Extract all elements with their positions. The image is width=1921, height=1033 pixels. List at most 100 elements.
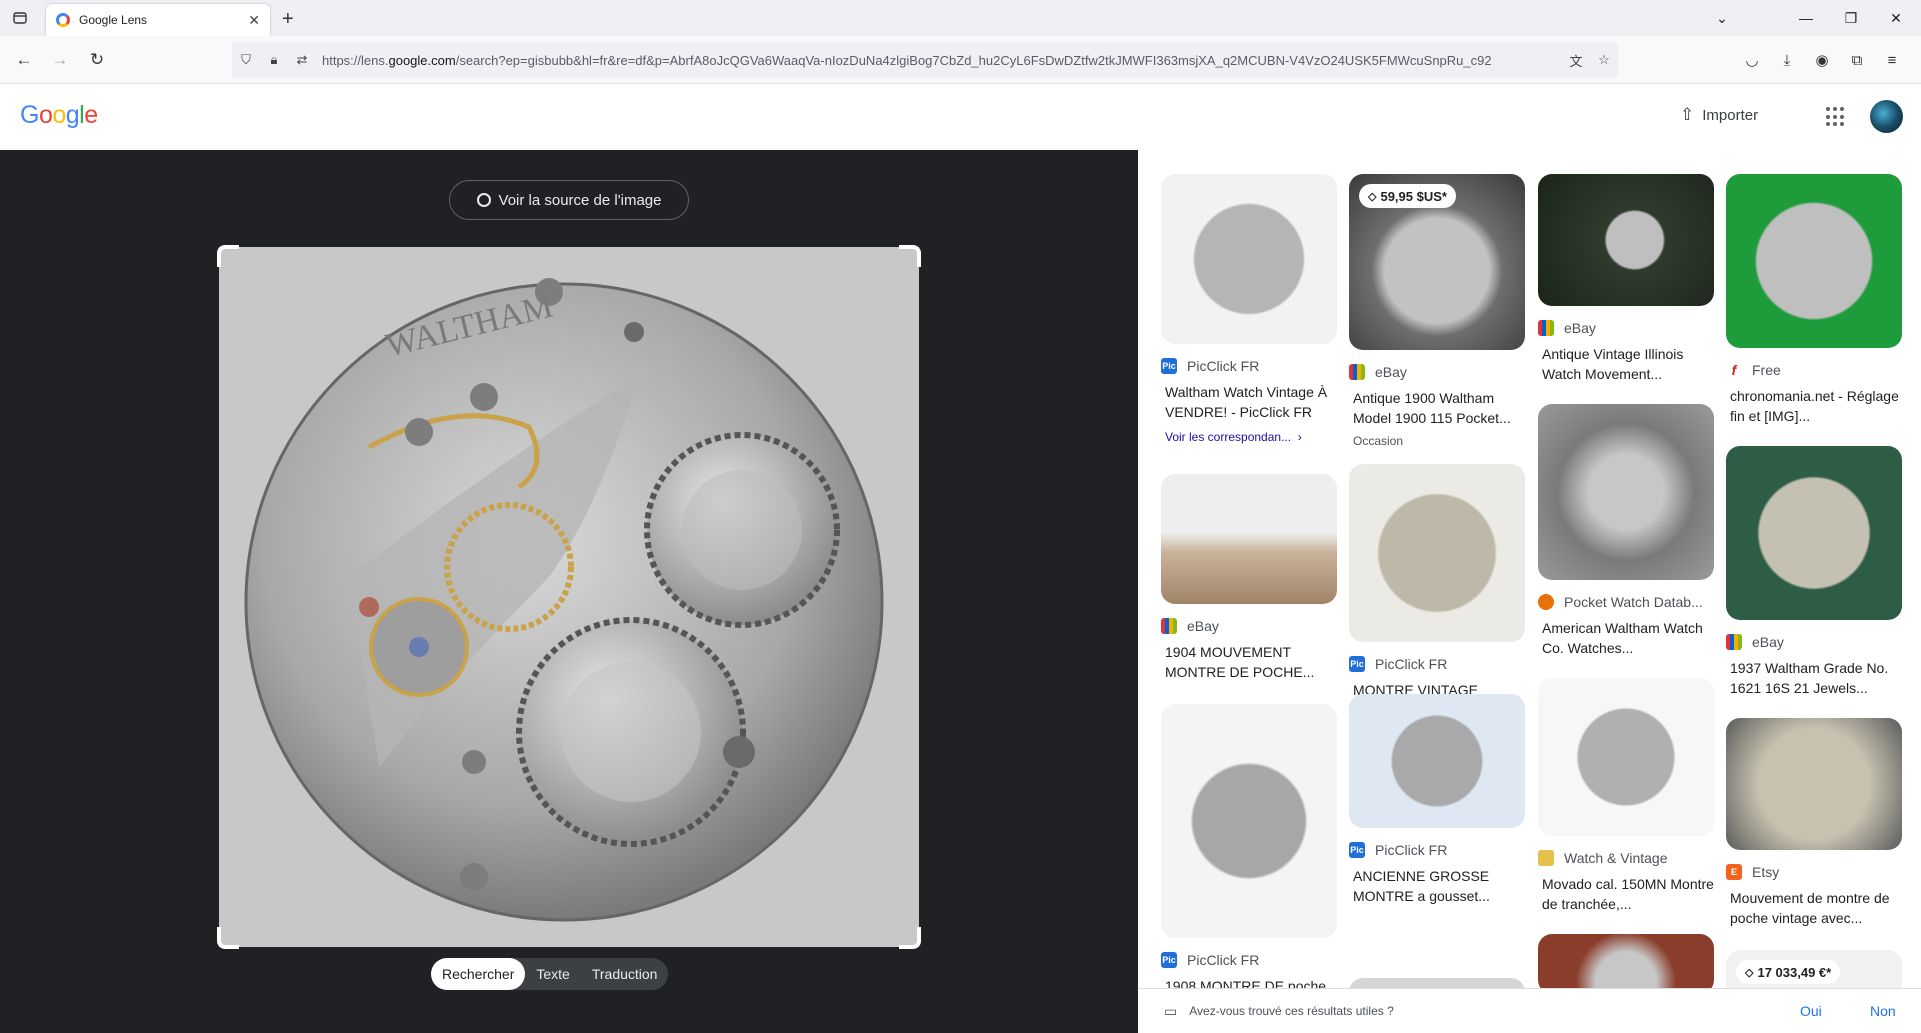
result-thumbnail[interactable]	[1538, 174, 1714, 306]
result-source: Etsy	[1752, 864, 1780, 880]
bookmark-star-icon[interactable]: ☆	[1590, 52, 1618, 68]
crop-handle-bottom-left[interactable]	[217, 927, 239, 949]
shield-icon[interactable]: ⛉	[232, 52, 260, 68]
result-card[interactable]	[1538, 934, 1714, 994]
result-card[interactable]: Pocket Watch Datab... American Waltham W…	[1538, 404, 1714, 658]
result-card[interactable]: f Free chronomania.net - Réglage fin et […	[1726, 174, 1902, 426]
url-text[interactable]: https://lens.google.com/search?ep=gisbub…	[322, 53, 1562, 68]
see-matches-link[interactable]: Voir les correspondan... ›	[1161, 430, 1337, 444]
result-card[interactable]: Pic PicClick FR ANCIENNE GROSSE MONTRE a …	[1349, 694, 1525, 906]
avatar[interactable]	[1870, 100, 1903, 133]
google-header: Google ⇧ Importer	[0, 85, 1921, 150]
result-card[interactable]: Watch & Vintage Movado cal. 150MN Montre…	[1538, 678, 1714, 914]
restore-icon[interactable]: ❐	[1831, 0, 1871, 36]
result-title[interactable]: Waltham Watch Vintage À VENDRE! - PicCli…	[1161, 382, 1337, 422]
browser-tab-bar: Google Lens ✕ + ⌄ — ❐ ✕	[0, 0, 1921, 36]
download-icon[interactable]: ⤓	[1775, 48, 1799, 72]
upload-icon: ⇧	[1680, 105, 1695, 124]
result-thumbnail[interactable]	[1161, 174, 1337, 344]
result-title[interactable]: ANCIENNE GROSSE MONTRE a gousset...	[1349, 866, 1525, 906]
result-title[interactable]: Mouvement de montre de poche vintage ave…	[1726, 888, 1902, 928]
feedback-no-button[interactable]: Non	[1870, 1003, 1896, 1019]
price-badge: ◇ 59,95 $US*	[1359, 184, 1456, 208]
address-bar[interactable]: ⛉ 🔒︎ ⇄ https://lens.google.com/search?ep…	[232, 42, 1618, 78]
result-card[interactable]: Pic PicClick FR 1908 MONTRE DE poche	[1161, 704, 1337, 1016]
result-title[interactable]: 1937 Waltham Grade No. 1621 16S 21 Jewel…	[1726, 658, 1902, 698]
permissions-icon[interactable]: ⇄	[288, 52, 316, 68]
result-card[interactable]: eBay 1937 Waltham Grade No. 1621 16S 21 …	[1726, 446, 1902, 698]
result-thumbnail[interactable]	[1538, 678, 1714, 836]
crop-handle-top-right[interactable]	[899, 245, 921, 267]
result-source: PicClick FR	[1187, 358, 1260, 374]
result-condition: Occasion	[1353, 434, 1404, 448]
mode-text[interactable]: Texte	[525, 958, 580, 990]
feedback-question: Avez-vous trouvé ces résultats utiles ?	[1189, 1004, 1394, 1018]
result-title[interactable]: Movado cal. 150MN Montre de tranchée,...	[1538, 874, 1714, 914]
result-card[interactable]: E Etsy Mouvement de montre de poche vinta…	[1726, 718, 1902, 928]
translate-icon[interactable]: 文	[1562, 51, 1590, 70]
extensions-icon[interactable]: ⧉	[1845, 48, 1869, 72]
result-thumbnail[interactable]	[1726, 174, 1902, 348]
ebay-favicon-icon	[1349, 364, 1365, 380]
price-badge: ◇ 17 033,49 €*	[1736, 960, 1841, 984]
close-window-icon[interactable]: ✕	[1876, 0, 1916, 36]
result-thumbnail[interactable]	[1538, 404, 1714, 580]
crop-handle-bottom-right[interactable]	[899, 927, 921, 949]
lock-icon[interactable]: 🔒︎	[260, 52, 288, 68]
result-thumbnail[interactable]	[1538, 934, 1714, 994]
result-thumbnail[interactable]	[1349, 694, 1525, 828]
result-card[interactable]: PicPicClick FR MONTRE VINTAGE WALTHAM 11…	[1349, 464, 1525, 720]
result-title[interactable]: Antique Vintage Illinois Watch Movement.…	[1538, 344, 1714, 384]
feedback-yes-button[interactable]: Oui	[1800, 1003, 1822, 1019]
tab-title: Google Lens	[79, 13, 148, 27]
result-card[interactable]: ◇ 59,95 $US* eBay Antique 1900 Waltham Mo…	[1349, 174, 1525, 448]
result-title[interactable]: American Waltham Watch Co. Watches...	[1538, 618, 1714, 658]
result-card[interactable]: eBay 1904 MOUVEMENT MONTRE DE POCHE...	[1161, 474, 1337, 682]
import-button[interactable]: ⇧ Importer	[1680, 105, 1758, 125]
tab-overflow-chevron-icon[interactable]: ⌄	[1702, 0, 1742, 36]
google-logo[interactable]: Google	[20, 101, 98, 130]
image-pane: Voir la source de l'image WALTHAM Recher…	[0, 150, 1138, 1033]
result-source: PicClick FR	[1187, 952, 1260, 968]
ebay-favicon-icon	[1538, 320, 1554, 336]
result-thumbnail[interactable]	[1726, 718, 1902, 850]
picclick-favicon-icon: Pic	[1161, 952, 1177, 968]
result-source: eBay	[1564, 320, 1596, 336]
pocket-watch-database-favicon-icon	[1538, 594, 1554, 610]
forward-icon[interactable]: →	[48, 48, 72, 72]
close-tab-icon[interactable]: ✕	[248, 12, 260, 29]
crop-handle-top-left[interactable]	[217, 245, 239, 267]
google-lens-favicon-icon	[56, 13, 70, 27]
result-card[interactable]: Pic PicClick FR Waltham Watch Vintage À V…	[1161, 174, 1337, 444]
menu-icon[interactable]: ≡	[1880, 48, 1904, 72]
mode-translate[interactable]: Traduction	[581, 958, 669, 990]
view-image-source-label: Voir la source de l'image	[498, 191, 662, 209]
new-tab-icon[interactable]: +	[282, 8, 294, 31]
tab-list-icon[interactable]	[0, 0, 40, 36]
price-tag-icon: ◇	[1368, 190, 1377, 203]
account-icon[interactable]: ◉	[1810, 48, 1834, 72]
google-apps-icon[interactable]	[1826, 107, 1846, 127]
searched-image[interactable]: WALTHAM	[219, 247, 919, 947]
result-title[interactable]: chronomania.net - Réglage fin et [IMG]..…	[1726, 386, 1902, 426]
back-icon[interactable]: ←	[12, 48, 36, 72]
pocket-icon[interactable]: ◡	[1740, 48, 1764, 72]
result-card[interactable]: eBay Antique Vintage Illinois Watch Move…	[1538, 174, 1714, 384]
result-source: PicClick FR	[1375, 656, 1448, 672]
result-thumbnail[interactable]	[1726, 446, 1902, 620]
result-thumbnail[interactable]	[1161, 474, 1337, 604]
view-image-source-button[interactable]: Voir la source de l'image	[449, 180, 689, 220]
result-title[interactable]: Antique 1900 Waltham Model 1900 115 Pock…	[1349, 388, 1525, 428]
reload-icon[interactable]: ↻	[85, 48, 109, 72]
result-source: Free	[1752, 362, 1781, 378]
result-thumbnail[interactable]: ◇ 59,95 $US*	[1349, 174, 1525, 350]
ebay-favicon-icon	[1726, 634, 1742, 650]
mode-search[interactable]: Rechercher	[431, 958, 526, 990]
result-thumbnail[interactable]	[1161, 704, 1337, 938]
minimize-icon[interactable]: —	[1786, 0, 1826, 36]
tab-google-lens[interactable]: Google Lens ✕	[46, 4, 270, 36]
result-title[interactable]: 1904 MOUVEMENT MONTRE DE POCHE...	[1161, 642, 1337, 682]
result-thumbnail[interactable]	[1349, 464, 1525, 642]
result-source: PicClick FR	[1375, 842, 1448, 858]
import-label: Importer	[1702, 106, 1759, 124]
